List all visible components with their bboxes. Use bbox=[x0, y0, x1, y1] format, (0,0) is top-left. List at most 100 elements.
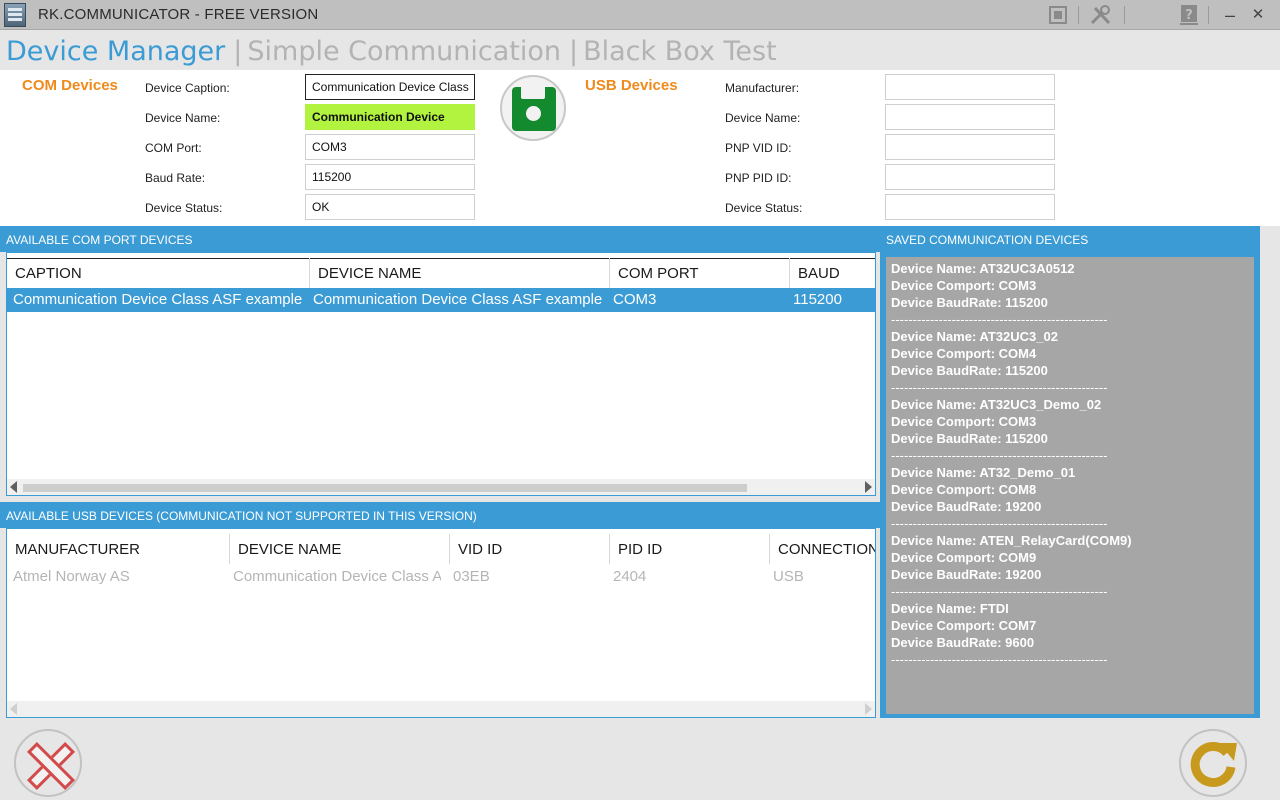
refresh-icon bbox=[1190, 742, 1237, 787]
usb-device-status-field[interactable] bbox=[885, 194, 1055, 220]
horizontal-scrollbar[interactable] bbox=[7, 479, 875, 495]
cell-pid-id: 2404 bbox=[613, 568, 647, 585]
svg-text:?: ? bbox=[1185, 8, 1193, 23]
device-name-field[interactable]: Communication Device bbox=[305, 104, 475, 130]
pnp-vid-field[interactable] bbox=[885, 134, 1055, 160]
com-grid-header: AVAILABLE COM PORT DEVICES bbox=[0, 226, 880, 252]
main-nav: Device Manager | Simple Communication | Blac… bbox=[6, 36, 777, 70]
saved-device-name: Device Name: AT32UC3A0512 bbox=[891, 261, 1075, 276]
table-row[interactable]: Communication Device Class ASF example (… bbox=[7, 288, 875, 312]
tab-separator: | bbox=[568, 36, 579, 67]
help-icon[interactable]: ? bbox=[1178, 4, 1200, 26]
table-row: Atmel Norway AS Communication Device Cla… bbox=[7, 565, 875, 589]
app-icon bbox=[4, 3, 26, 27]
floppy-disk-icon bbox=[512, 87, 556, 131]
saved-device-item[interactable]: Device Name: AT32UC3_02 Device Comport: … bbox=[891, 328, 1249, 396]
saved-device-port: Device Comport: COM9 bbox=[891, 550, 1037, 565]
toolbar-divider bbox=[1208, 6, 1209, 24]
cell-caption: Communication Device Class ASF example ( bbox=[13, 291, 303, 308]
column-header-usb-device-name[interactable]: DEVICE NAME bbox=[229, 534, 449, 564]
cell-vid-id: 03EB bbox=[453, 568, 490, 585]
column-header-com-port[interactable]: COM PORT bbox=[609, 258, 789, 288]
saved-device-port: Device Comport: COM7 bbox=[891, 618, 1037, 633]
device-status-label: Device Status: bbox=[145, 201, 223, 215]
device-caption-label: Device Caption: bbox=[145, 81, 230, 95]
title-bar: RK.COMMUNICATOR - FREE VERSION ? – ✕ bbox=[0, 0, 1280, 30]
baud-rate-label: Baud Rate: bbox=[145, 171, 206, 185]
saved-device-name: Device Name: FTDI bbox=[891, 601, 1009, 616]
cell-com-port: COM3 bbox=[613, 291, 657, 308]
toolbar-divider bbox=[1124, 6, 1125, 24]
device-caption-field[interactable]: Communication Device Class bbox=[305, 74, 475, 100]
cell-device-name: Communication Device Class ASF example ( bbox=[313, 291, 603, 308]
saved-devices-list[interactable]: Device Name: AT32UC3A0512 Device Comport… bbox=[886, 257, 1254, 714]
saved-device-baud: Device BaudRate: 19200 bbox=[891, 499, 1042, 514]
usb-device-name-label: Device Name: bbox=[725, 111, 801, 125]
saved-device-item[interactable]: Device Name: ATEN_RelayCard(COM9) Device… bbox=[891, 532, 1249, 600]
saved-device-baud: Device BaudRate: 115200 bbox=[891, 295, 1048, 310]
com-devices-title: COM Devices bbox=[22, 77, 118, 94]
saved-device-name: Device Name: AT32UC3_02 bbox=[891, 329, 1058, 344]
saved-devices-panel: SAVED COMMUNICATION DEVICES Device Name:… bbox=[880, 226, 1260, 718]
saved-device-name: Device Name: ATEN_RelayCard(COM9) bbox=[891, 533, 1132, 548]
saved-device-baud: Device BaudRate: 19200 bbox=[891, 567, 1042, 582]
minimize-icon[interactable]: – bbox=[1220, 4, 1240, 26]
column-header-connection[interactable]: CONNECTION bbox=[769, 534, 875, 564]
toolbar-divider bbox=[1078, 6, 1079, 24]
saved-device-baud: Device BaudRate: 115200 bbox=[891, 363, 1048, 378]
scroll-right-icon[interactable] bbox=[865, 481, 872, 493]
column-header-device-name[interactable]: DEVICE NAME bbox=[309, 258, 609, 288]
close-icon[interactable]: ✕ bbox=[1248, 4, 1268, 26]
save-device-button[interactable] bbox=[500, 75, 566, 141]
tab-black-box-test[interactable]: Black Box Test bbox=[583, 36, 777, 67]
column-header-baud[interactable]: BAUD bbox=[789, 258, 875, 288]
saved-device-item[interactable]: Device Name: FTDI Device Comport: COM7 D… bbox=[891, 600, 1249, 668]
saved-device-port: Device Comport: COM4 bbox=[891, 346, 1037, 361]
saved-device-item[interactable]: Device Name: AT32_Demo_01 Device Comport… bbox=[891, 464, 1249, 532]
column-header-caption[interactable]: CAPTION bbox=[7, 258, 309, 288]
saved-device-separator: ----------------------------------------… bbox=[891, 448, 1108, 463]
manufacturer-field[interactable] bbox=[885, 74, 1055, 100]
pnp-pid-label: PNP PID ID: bbox=[725, 171, 792, 185]
usb-devices-grid: MANUFACTURER DEVICE NAME VID ID PID ID C… bbox=[6, 528, 876, 718]
column-header-vid-id[interactable]: VID ID bbox=[449, 534, 609, 564]
device-name-label: Device Name: bbox=[145, 111, 221, 125]
cell-connection: USB bbox=[773, 568, 804, 585]
tab-simple-communication[interactable]: Simple Communication bbox=[247, 36, 561, 67]
pnp-pid-field[interactable] bbox=[885, 164, 1055, 190]
scroll-thumb[interactable] bbox=[23, 484, 747, 492]
saved-device-separator: ----------------------------------------… bbox=[891, 584, 1108, 599]
column-header-pid-id[interactable]: PID ID bbox=[609, 534, 769, 564]
saved-device-separator: ----------------------------------------… bbox=[891, 516, 1108, 531]
pnp-vid-label: PNP VID ID: bbox=[725, 141, 792, 155]
column-header-manufacturer[interactable]: MANUFACTURER bbox=[7, 534, 229, 564]
saved-device-item[interactable]: Device Name: AT32UC3_Demo_02 Device Comp… bbox=[891, 396, 1249, 464]
cell-manufacturer: Atmel Norway AS bbox=[13, 568, 130, 585]
device-status-field[interactable]: OK bbox=[305, 194, 475, 220]
refresh-button[interactable] bbox=[1179, 729, 1247, 797]
cell-usb-device-name: Communication Device Class AS bbox=[233, 568, 441, 585]
tab-separator: | bbox=[233, 36, 243, 67]
hardware-chip-icon[interactable] bbox=[1046, 4, 1070, 26]
com-port-label: COM Port: bbox=[145, 141, 202, 155]
scroll-left-icon[interactable] bbox=[10, 481, 17, 493]
tools-icon[interactable] bbox=[1088, 4, 1114, 26]
scroll-left-icon[interactable] bbox=[10, 703, 17, 715]
manufacturer-label: Manufacturer: bbox=[725, 81, 800, 95]
com-devices-grid: CAPTION DEVICE NAME COM PORT BAUD Commun… bbox=[6, 252, 876, 496]
saved-devices-header: SAVED COMMUNICATION DEVICES bbox=[880, 226, 1260, 252]
horizontal-scrollbar[interactable] bbox=[7, 701, 875, 717]
com-port-field[interactable]: COM3 bbox=[305, 134, 475, 160]
window-title: RK.COMMUNICATOR - FREE VERSION bbox=[38, 6, 319, 23]
saved-device-name: Device Name: AT32_Demo_01 bbox=[891, 465, 1076, 480]
tab-device-manager[interactable]: Device Manager bbox=[6, 36, 225, 67]
baud-rate-field[interactable]: 115200 bbox=[305, 164, 475, 190]
saved-device-baud: Device BaudRate: 115200 bbox=[891, 431, 1048, 446]
usb-device-name-field[interactable] bbox=[885, 104, 1055, 130]
saved-device-port: Device Comport: COM8 bbox=[891, 482, 1037, 497]
saved-device-separator: ----------------------------------------… bbox=[891, 652, 1108, 667]
scroll-right-icon[interactable] bbox=[865, 703, 872, 715]
usb-device-status-label: Device Status: bbox=[725, 201, 803, 215]
saved-device-item[interactable]: Device Name: AT32UC3A0512 Device Comport… bbox=[891, 260, 1249, 328]
cancel-button[interactable] bbox=[14, 729, 82, 797]
